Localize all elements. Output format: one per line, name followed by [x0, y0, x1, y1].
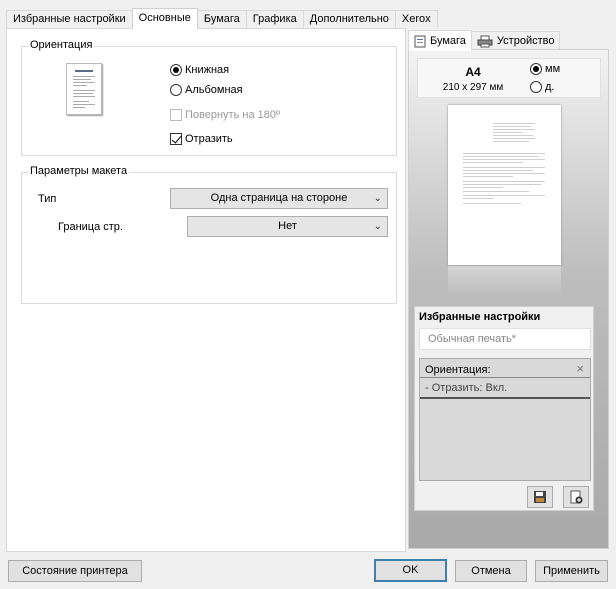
ok-button[interactable]: OK [374, 559, 447, 582]
favorites-name-field[interactable]: Обычная печать* [419, 328, 591, 350]
favorites-summary: Ориентация: × - Отразить: Вкл. [419, 358, 591, 481]
tab-advanced[interactable]: Дополнительно [302, 10, 396, 28]
main-tabs: Избранные настройки Основные Бумага Граф… [6, 8, 438, 29]
unit-in-radio[interactable]: д. [530, 81, 554, 93]
tab-device[interactable]: Устройство [470, 31, 561, 50]
summary-divider [420, 377, 590, 378]
printer-icon [477, 35, 493, 47]
rotate-checkbox-box [170, 109, 182, 121]
mirror-checkbox[interactable]: Отразить [170, 133, 233, 145]
unit-in-dot [530, 81, 542, 93]
layout-group: Параметры макета Тип Одна страница на ст… [21, 165, 397, 304]
tab-paper-label: Бумага [430, 35, 466, 47]
unit-in-label: д. [545, 81, 555, 93]
unit-mm-radio[interactable]: мм [530, 63, 560, 75]
printer-status-button[interactable]: Состояние принтера [8, 560, 142, 582]
unit-mm-dot [530, 63, 542, 75]
tab-basic[interactable]: Основные [131, 8, 198, 29]
border-label: Граница стр. [58, 221, 123, 233]
save-favorite-button[interactable] [527, 486, 553, 508]
type-select[interactable]: Одна страница на стороне ⌄ [170, 188, 388, 209]
portrait-radio-dot [170, 64, 182, 76]
rotate-checkbox[interactable]: Повернуть на 180º [170, 109, 280, 121]
favorites-panel: Избранные настройки Обычная печать* Орие… [414, 306, 594, 511]
summary-divider-2 [420, 397, 590, 399]
mirror-checkbox-box [170, 133, 182, 145]
tab-favorites[interactable]: Избранные настройки [6, 10, 133, 28]
apply-button[interactable]: Применить [535, 560, 608, 582]
summary-value: - Отразить: Вкл. [425, 382, 508, 394]
preview-tabs: Бумага Устройство [408, 29, 561, 51]
paper-dims: 210 x 297 мм [442, 82, 504, 93]
new-favorite-button[interactable] [563, 486, 589, 508]
orientation-title: Ориентация [28, 39, 95, 51]
type-label: Тип [38, 193, 57, 205]
layout-title: Параметры макета [28, 165, 130, 177]
favorites-title: Избранные настройки [419, 311, 541, 323]
landscape-radio[interactable]: Альбомная [170, 84, 243, 96]
rotate-label: Повернуть на 180º [185, 109, 280, 121]
main-panel: Ориентация Книжная Альбомная Повернуть н… [6, 28, 406, 552]
tab-graphics[interactable]: Графика [245, 10, 304, 28]
border-select-value: Нет [278, 220, 297, 232]
preview-document-icon [463, 123, 545, 204]
new-document-icon [570, 490, 583, 504]
landscape-label: Альбомная [185, 84, 243, 96]
tab-paper-preview[interactable]: Бумага [408, 30, 472, 51]
mirror-label: Отразить [185, 133, 233, 145]
page-preview [448, 105, 561, 265]
paper-info: A4 210 x 297 мм мм д. [417, 58, 601, 98]
close-icon[interactable]: × [576, 361, 584, 376]
preview-reflection [448, 266, 561, 296]
portrait-label: Книжная [185, 64, 230, 76]
chevron-down-icon: ⌄ [373, 193, 382, 204]
chevron-down-icon: ⌄ [373, 221, 382, 232]
landscape-radio-dot [170, 84, 182, 96]
border-select[interactable]: Нет ⌄ [187, 216, 388, 237]
orientation-group: Ориентация Книжная Альбомная Повернуть н… [21, 39, 397, 156]
favorites-placeholder: Обычная печать* [428, 333, 517, 345]
tab-paper[interactable]: Бумага [196, 10, 247, 28]
orientation-preview-icon [66, 63, 102, 115]
tab-device-label: Устройство [496, 35, 555, 47]
summary-heading: Ориентация: [425, 364, 491, 376]
tab-xerox[interactable]: Xerox [394, 10, 438, 28]
document-icon [73, 70, 95, 108]
paper-size: A4 [465, 65, 481, 79]
floppy-icon [534, 491, 546, 503]
cancel-button[interactable]: Отмена [455, 560, 527, 582]
type-select-value: Одна страница на стороне [210, 192, 348, 204]
portrait-radio[interactable]: Книжная [170, 64, 229, 76]
unit-mm-label: мм [545, 63, 561, 75]
page-icon [414, 35, 426, 47]
